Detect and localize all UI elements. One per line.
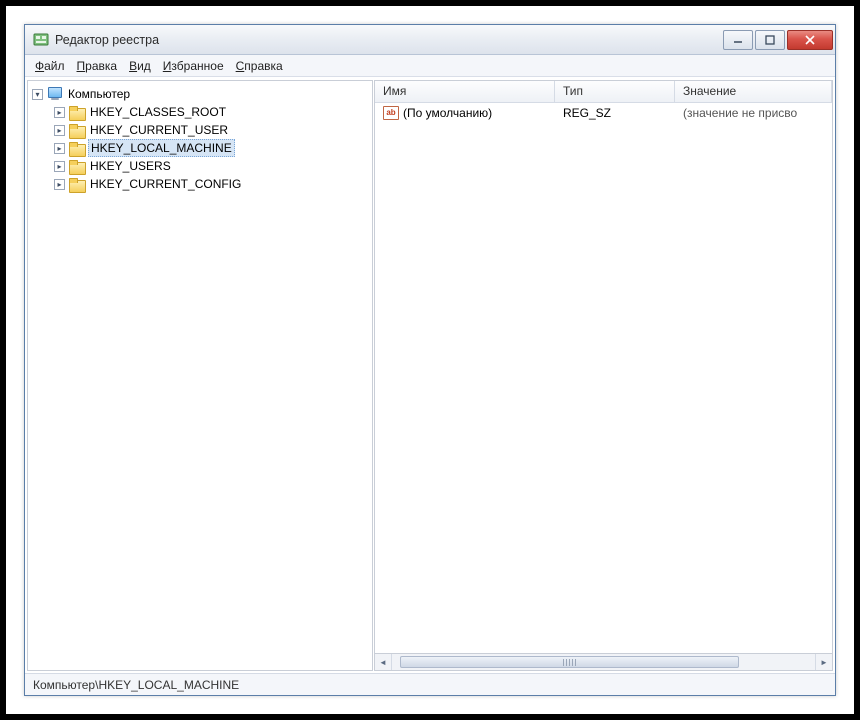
- tree-hive-label: HKEY_CLASSES_ROOT: [88, 103, 228, 121]
- expander-icon[interactable]: [54, 179, 65, 190]
- tree-hive-node[interactable]: HKEY_LOCAL_MACHINE: [54, 139, 372, 157]
- horizontal-scrollbar[interactable]: ◄ ►: [374, 654, 833, 671]
- menubar: Файл Правка Вид Избранное Справка: [25, 55, 835, 77]
- window-title: Редактор реестра: [55, 33, 721, 47]
- tree-hive-label: HKEY_LOCAL_MACHINE: [88, 139, 235, 157]
- workspace: Компьютер HKEY_CLASSES_ROOTHKEY_CURRENT_…: [25, 77, 835, 673]
- window-controls: [721, 30, 833, 50]
- titlebar[interactable]: Редактор реестра: [25, 25, 835, 55]
- tree-root-node[interactable]: Компьютер: [32, 85, 372, 103]
- maximize-button[interactable]: [755, 30, 785, 50]
- value-data: (значение не присво: [675, 106, 832, 120]
- menu-file[interactable]: Файл: [35, 59, 65, 73]
- folder-icon: [69, 160, 85, 173]
- list-header: Имя Тип Значение: [375, 81, 832, 103]
- scroll-right-arrow-icon[interactable]: ►: [815, 654, 832, 670]
- tree-hive-node[interactable]: HKEY_CURRENT_CONFIG: [54, 175, 372, 193]
- scroll-left-arrow-icon[interactable]: ◄: [375, 654, 392, 670]
- menu-help[interactable]: Справка: [236, 59, 283, 73]
- tree-hive-node[interactable]: HKEY_CLASSES_ROOT: [54, 103, 372, 121]
- expander-icon[interactable]: [54, 125, 65, 136]
- string-value-icon: ab: [383, 106, 399, 120]
- status-path: Компьютер\HKEY_LOCAL_MACHINE: [33, 678, 239, 692]
- list-row[interactable]: ab (По умолчанию) REG_SZ(значение не присв…: [375, 103, 832, 123]
- expander-icon[interactable]: [54, 143, 65, 154]
- values-pane[interactable]: Имя Тип Значение ab (По умолчанию) REG_SZ(…: [374, 80, 833, 654]
- menu-edit[interactable]: Правка: [77, 59, 118, 73]
- tree-pane[interactable]: Компьютер HKEY_CLASSES_ROOTHKEY_CURRENT_…: [27, 80, 373, 671]
- column-header-value[interactable]: Значение: [675, 81, 832, 102]
- expander-icon[interactable]: [32, 89, 43, 100]
- folder-icon: [69, 124, 85, 137]
- tree-hive-label: HKEY_USERS: [88, 157, 173, 175]
- value-name: (По умолчанию): [403, 106, 492, 120]
- column-header-name[interactable]: Имя: [375, 81, 555, 102]
- folder-icon: [69, 106, 85, 119]
- tree-hive-label: HKEY_CURRENT_USER: [88, 121, 230, 139]
- close-button[interactable]: [787, 30, 833, 50]
- folder-icon: [69, 178, 85, 191]
- expander-icon[interactable]: [54, 107, 65, 118]
- regedit-icon: [33, 32, 49, 48]
- tree-root-label: Компьютер: [66, 85, 132, 103]
- value-type: REG_SZ: [555, 106, 675, 120]
- menu-view[interactable]: Вид: [129, 59, 151, 73]
- expander-icon[interactable]: [54, 161, 65, 172]
- tree-hive-node[interactable]: HKEY_USERS: [54, 157, 372, 175]
- folder-icon: [69, 142, 85, 155]
- registry-editor-window: Редактор реестра Файл Правка Вид Избранн…: [24, 24, 836, 696]
- menu-favorites[interactable]: Избранное: [163, 59, 224, 73]
- column-header-type[interactable]: Тип: [555, 81, 675, 102]
- computer-icon: [47, 87, 63, 101]
- tree-hive-label: HKEY_CURRENT_CONFIG: [88, 175, 243, 193]
- minimize-button[interactable]: [723, 30, 753, 50]
- statusbar: Компьютер\HKEY_LOCAL_MACHINE: [25, 673, 835, 695]
- scroll-thumb[interactable]: [400, 656, 738, 668]
- scroll-track[interactable]: [392, 654, 815, 670]
- tree-hive-node[interactable]: HKEY_CURRENT_USER: [54, 121, 372, 139]
